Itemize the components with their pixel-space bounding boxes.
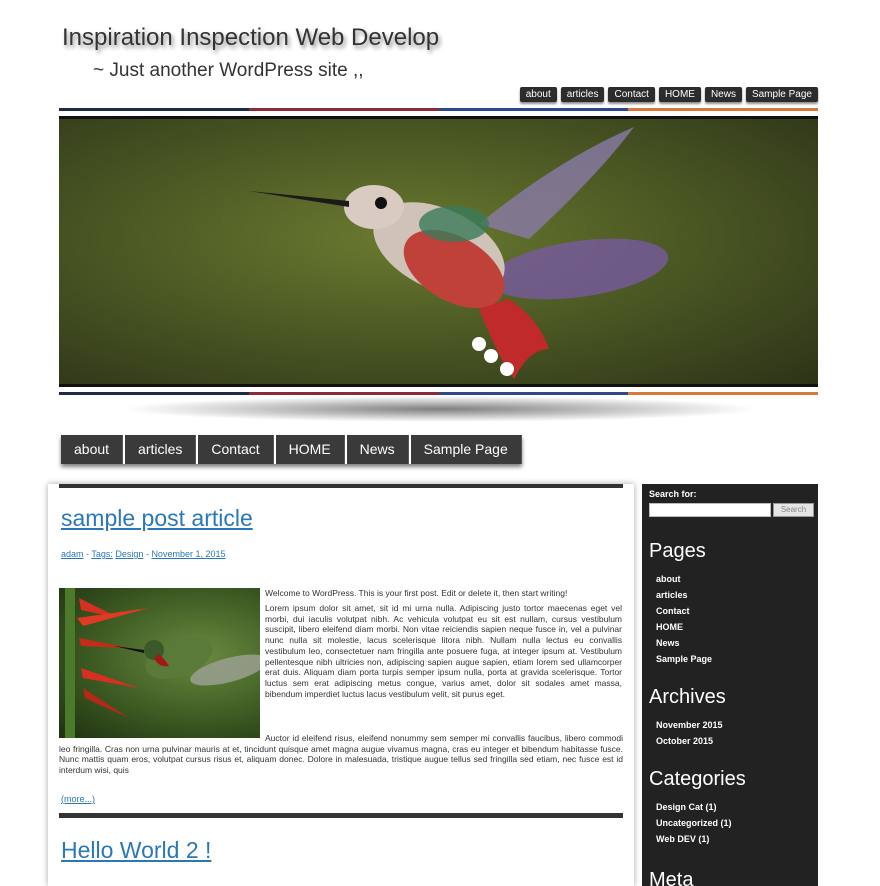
archives-list: November 2015 October 2015 xyxy=(656,717,723,749)
search-input[interactable] xyxy=(649,503,771,517)
header-stripe-top xyxy=(59,108,818,111)
sidebar-page-home[interactable]: HOME xyxy=(656,619,712,635)
header-hummingbird-image xyxy=(59,116,818,387)
post-divider xyxy=(59,813,623,818)
stripe-segment xyxy=(628,392,818,395)
post-body-paragraph-2: Auctor id eleifend risus, eleifend nonum… xyxy=(59,733,623,776)
main-nav-sample-page[interactable]: Sample Page xyxy=(410,435,522,464)
post-intro-text: Welcome to WordPress. This is your first… xyxy=(265,588,568,598)
archives-heading: Archives xyxy=(649,686,726,708)
pages-list: about articles Contact HOME News Sample … xyxy=(656,571,712,667)
post-divider xyxy=(59,484,623,488)
main-nav: about articles Contact HOME News Sample … xyxy=(61,435,522,464)
search-button[interactable]: Search xyxy=(773,503,814,517)
sidebar-page-sample-page[interactable]: Sample Page xyxy=(656,651,712,667)
stripe-segment xyxy=(248,108,439,111)
hummingbird-illustration xyxy=(249,127,669,379)
top-nav-articles[interactable]: articles xyxy=(560,87,605,102)
main-nav-home[interactable]: HOME xyxy=(275,435,345,464)
category-link-web-dev[interactable]: Web DEV (1) xyxy=(656,831,732,847)
post-body-paragraph-1: Lorem ipsum dolor sit amet, sit id mi ur… xyxy=(265,603,622,699)
search-label: Search for: xyxy=(649,489,697,499)
stripe-segment xyxy=(59,392,249,395)
main-nav-news[interactable]: News xyxy=(346,435,409,464)
top-nav-contact[interactable]: Contact xyxy=(608,87,655,102)
top-nav: about articles Contact HOME News Sample … xyxy=(519,87,818,102)
content-area: sample post article adam - Tags: Design … xyxy=(48,484,634,886)
archive-link-october-2015[interactable]: October 2015 xyxy=(656,733,723,749)
post-title[interactable]: sample post article xyxy=(61,505,253,532)
stripe-segment xyxy=(438,108,629,111)
sidebar-page-contact[interactable]: Contact xyxy=(656,603,712,619)
category-link-uncategorized[interactable]: Uncategorized (1) xyxy=(656,815,732,831)
stripe-segment xyxy=(248,392,439,395)
read-more-link[interactable]: (more...) xyxy=(61,794,95,804)
top-nav-home[interactable]: HOME xyxy=(658,87,701,102)
category-link-design-cat[interactable]: Design Cat (1) xyxy=(656,799,732,815)
post-date-link[interactable]: November 1, 2015 xyxy=(151,549,225,559)
main-nav-articles[interactable]: articles xyxy=(125,435,197,464)
post-thumbnail-image xyxy=(59,588,260,738)
main-nav-about[interactable]: about xyxy=(61,435,124,464)
post-author-link[interactable]: adam xyxy=(61,549,84,559)
sidebar: Search for: Search Pages about articles … xyxy=(642,484,818,886)
post-meta: adam - Tags: Design - November 1, 2015 xyxy=(61,549,225,559)
site-title[interactable]: Inspiration Inspection Web Develop xyxy=(62,24,439,52)
stripe-segment xyxy=(628,108,818,111)
hummingbird-flower-illustration xyxy=(65,588,260,738)
meta-heading: Meta xyxy=(649,869,694,886)
sidebar-page-news[interactable]: News xyxy=(656,635,712,651)
sidebar-page-articles[interactable]: articles xyxy=(656,587,712,603)
post-tag-link[interactable]: Design xyxy=(115,549,143,559)
stripe-segment xyxy=(59,108,249,111)
stripe-segment xyxy=(438,392,629,395)
top-nav-sample-page[interactable]: Sample Page xyxy=(745,87,818,102)
site-description: ~ Just another WordPress site ,, xyxy=(93,60,364,81)
sidebar-page-about[interactable]: about xyxy=(656,571,712,587)
categories-heading: Categories xyxy=(649,768,746,790)
post-title[interactable]: Hello World 2 ! xyxy=(61,837,211,864)
pages-heading: Pages xyxy=(649,540,706,562)
header-drop-shadow xyxy=(120,396,760,422)
main-nav-contact[interactable]: Contact xyxy=(198,435,274,464)
header-stripe-bottom xyxy=(59,392,818,395)
top-nav-about[interactable]: about xyxy=(519,87,557,102)
categories-list: Design Cat (1) Uncategorized (1) Web DEV… xyxy=(656,799,732,847)
archive-link-november-2015[interactable]: November 2015 xyxy=(656,717,723,733)
post-tags-label[interactable]: Tags: xyxy=(91,549,113,559)
top-nav-news[interactable]: News xyxy=(704,87,742,102)
